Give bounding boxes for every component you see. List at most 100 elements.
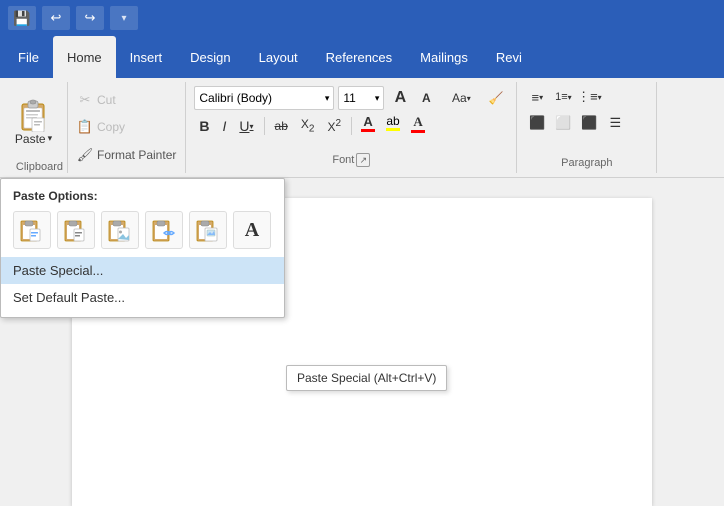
align-center-icon: ⬜ (555, 115, 571, 131)
font-color-button[interactable]: A (357, 114, 379, 138)
strikethrough-label: ab (275, 119, 288, 133)
clear-icon: 🧹 (489, 91, 504, 105)
paste-icons-row: A (1, 209, 284, 257)
ribbon: Paste ▾ Clipboard Paste Options: (0, 78, 724, 178)
align-left-icon: ⬛ (529, 115, 545, 131)
format-painter-button[interactable]: 🖌 Format Painter (74, 145, 179, 165)
paste-icon (16, 96, 52, 132)
italic-button[interactable]: I (217, 114, 231, 138)
increase-font-size-button[interactable]: A (388, 86, 412, 110)
paste-merge-formatting[interactable] (57, 211, 95, 249)
paste-dropdown-arrow: ▾ (48, 133, 53, 144)
save-button[interactable]: 💾 (8, 6, 36, 30)
justify-button[interactable]: ☰ (603, 112, 627, 134)
change-case-button[interactable]: Aa ▾ (442, 86, 480, 110)
paste-label-text: Paste (15, 132, 46, 146)
font-group-label: Font ↗ (332, 153, 370, 169)
menu-layout[interactable]: Layout (245, 36, 312, 78)
menu-mailings[interactable]: Mailings (406, 36, 482, 78)
subscript-button[interactable]: X2 (296, 114, 320, 138)
numbered-list-icon: 1≡ (555, 91, 568, 103)
case-label: Aa (452, 91, 467, 105)
underline-label: U (239, 118, 249, 134)
font-size-buttons: A A (388, 86, 438, 110)
align-left-button[interactable]: ⬛ (525, 112, 549, 134)
save-icon: 💾 (13, 10, 30, 27)
numbered-list-arrow: ▾ (568, 93, 572, 102)
highlight-icon: ab (386, 114, 399, 128)
menu-bar: File Home Insert Design Layout Reference… (0, 36, 724, 78)
clear-formatting-button[interactable]: 🧹 (484, 86, 508, 110)
align-center-button[interactable]: ⬜ (551, 112, 575, 134)
paste-image[interactable] (189, 211, 227, 249)
paste-options-header: Paste Options: (1, 185, 284, 209)
copy-icon: 📋 (77, 119, 93, 135)
paste-dropdown: Paste Options: (0, 178, 285, 318)
numbered-list-button[interactable]: 1≡ ▾ (551, 86, 575, 108)
cut-icon: ✂ (77, 92, 93, 108)
cut-button: ✂ Cut (74, 90, 179, 110)
paste-keep-source[interactable] (13, 211, 51, 249)
font-color-icon: A (363, 114, 372, 129)
menu-review[interactable]: Revi (482, 36, 536, 78)
decrease-font-size-button[interactable]: A (414, 86, 438, 110)
format-painter-icon: 🖌 (77, 147, 93, 163)
redo-button[interactable]: ↪ (76, 6, 104, 30)
underline-button[interactable]: U ▾ (234, 114, 258, 138)
text-color-icon: A (413, 114, 422, 130)
redo-icon: ↪ (85, 10, 96, 26)
menu-home[interactable]: Home (53, 36, 116, 78)
font-name-dropdown[interactable]: Calibri (Body) ▾ (194, 86, 334, 110)
paste-link[interactable] (145, 211, 183, 249)
font-row-2: B I U ▾ ab X2 X2 A (194, 114, 508, 138)
multilevel-list-icon: ⋮≡ (577, 89, 598, 105)
dropdown-icon: ▾ (121, 13, 126, 24)
paste-button[interactable]: Paste ▾ (9, 94, 58, 148)
align-right-button[interactable]: ⬛ (577, 112, 601, 134)
superscript-button[interactable]: X2 (322, 114, 346, 138)
font-expand-button[interactable]: ↗ (356, 153, 370, 167)
multilevel-list-button[interactable]: ⋮≡ ▾ (577, 86, 601, 108)
underline-arrow: ▾ (250, 122, 254, 131)
multilevel-list-arrow: ▾ (598, 93, 602, 102)
text-highlight-button[interactable]: A (407, 114, 429, 138)
bold-button[interactable]: B (194, 114, 214, 138)
highlight-color-bar (386, 128, 400, 131)
font-color-bar (361, 129, 375, 132)
superscript-label: X2 (327, 118, 341, 134)
case-arrow: ▾ (467, 94, 471, 103)
paste-text-only-label: A (245, 219, 259, 242)
menu-design[interactable]: Design (176, 36, 244, 78)
quick-access-dropdown[interactable]: ▾ (110, 6, 138, 30)
clipboard-subgroup: ✂ Cut 📋 Copy 🖌 Format Painter (68, 82, 186, 173)
font-size-dropdown[interactable]: 11 ▾ (338, 86, 384, 110)
undo-icon: ↩ (51, 10, 62, 26)
font-group: Calibri (Body) ▾ 11 ▾ A A Aa ▾ 🧹 B (186, 82, 517, 173)
para-list-row: ≡ ▾ 1≡ ▾ ⋮≡ ▾ (525, 86, 648, 108)
paste-picture[interactable] (101, 211, 139, 249)
menu-file[interactable]: File (4, 36, 53, 78)
font-size-value: 11 (343, 91, 355, 105)
text-color-bar (411, 130, 425, 133)
copy-label: Copy (97, 120, 125, 134)
highlight-color-button[interactable]: ab (382, 114, 404, 138)
menu-insert[interactable]: Insert (116, 36, 177, 78)
font-row-1: Calibri (Body) ▾ 11 ▾ A A Aa ▾ 🧹 (194, 86, 508, 110)
cut-label: Cut (97, 93, 116, 107)
align-right-icon: ⬛ (581, 115, 597, 131)
bold-label: B (199, 118, 209, 134)
undo-button[interactable]: ↩ (42, 6, 70, 30)
paste-text-only[interactable]: A (233, 211, 271, 249)
title-bar: 💾 ↩ ↪ ▾ (0, 0, 724, 36)
bullet-list-button[interactable]: ≡ ▾ (525, 86, 549, 108)
bullet-list-arrow: ▾ (539, 93, 543, 102)
copy-button: 📋 Copy (74, 117, 179, 137)
bullet-list-icon: ≡ (532, 90, 540, 105)
strikethrough-button[interactable]: ab (270, 114, 293, 138)
paste-group: Paste ▾ Clipboard Paste Options: (0, 82, 68, 173)
set-default-paste-menu-item[interactable]: Set Default Paste... (1, 284, 284, 311)
font-group-footer: Font ↗ (194, 150, 508, 169)
subscript-label: X2 (301, 117, 315, 134)
menu-references[interactable]: References (312, 36, 406, 78)
paste-special-menu-item[interactable]: Paste Special... (1, 257, 284, 284)
